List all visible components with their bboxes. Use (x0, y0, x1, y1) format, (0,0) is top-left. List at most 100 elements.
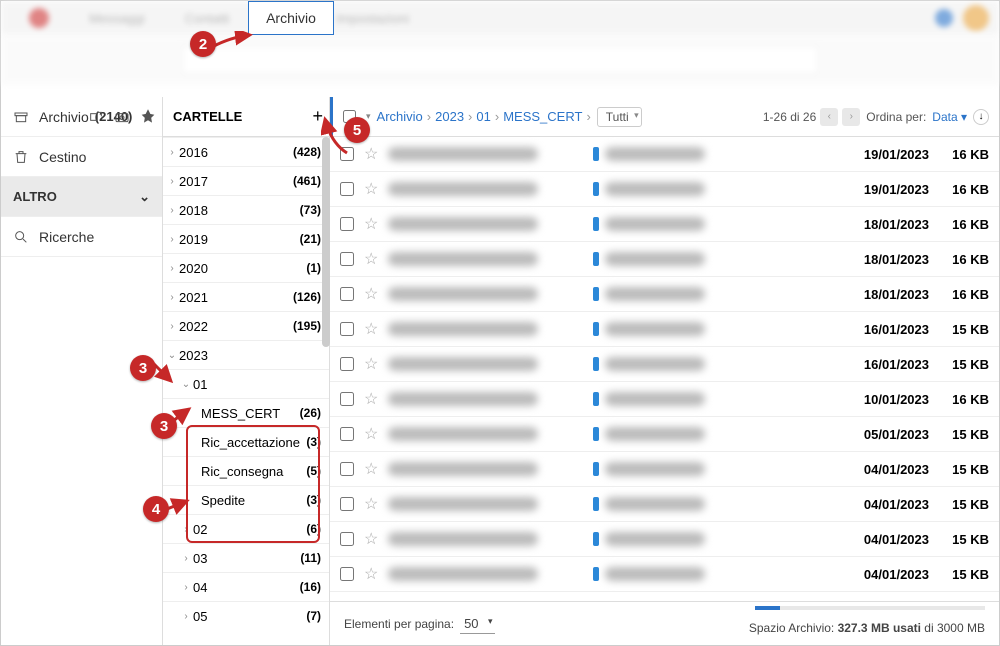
folder-sub[interactable]: MESS_CERT(26) (163, 398, 329, 427)
row-checkbox[interactable] (340, 147, 354, 161)
message-row[interactable]: ☆ 16/01/2023 15 KB (330, 347, 999, 382)
chevron-icon: › (181, 553, 191, 564)
sidebar-other-section[interactable]: ALTRO ⌄ (1, 177, 162, 217)
folder-year[interactable]: ›2021(126) (163, 282, 329, 311)
row-checkbox[interactable] (340, 217, 354, 231)
message-row[interactable]: ☆ 18/01/2023 16 KB (330, 207, 999, 242)
star-icon[interactable]: ☆ (364, 144, 378, 164)
breadcrumb-item[interactable]: 2023 (435, 109, 464, 124)
message-size: 16 KB (939, 392, 989, 407)
message-size: 16 KB (939, 217, 989, 232)
folder-sub[interactable]: Spedite(3) (163, 485, 329, 514)
compose-icon[interactable] (88, 109, 104, 125)
row-checkbox[interactable] (340, 427, 354, 441)
message-date: 16/01/2023 (829, 357, 929, 372)
folder-sub[interactable]: Ric_consegna(5) (163, 456, 329, 485)
star-icon[interactable]: ☆ (364, 564, 378, 584)
folder-year[interactable]: ›2020(1) (163, 253, 329, 282)
folder-month[interactable]: ›05(7) (163, 601, 329, 630)
add-folder-icon[interactable]: + (312, 106, 323, 127)
sidebar-search[interactable]: Ricerche (1, 217, 162, 257)
message-row[interactable]: ☆ 04/01/2023 15 KB (330, 557, 999, 592)
row-checkbox[interactable] (340, 182, 354, 196)
scrollbar[interactable] (322, 137, 330, 347)
pin-icon[interactable] (140, 109, 156, 125)
row-checkbox[interactable] (340, 252, 354, 266)
message-row[interactable]: ☆ 16/01/2023 15 KB (330, 312, 999, 347)
row-checkbox[interactable] (340, 462, 354, 476)
folder-month[interactable]: ›03(11) (163, 543, 329, 572)
tab-archivio[interactable]: Archivio (248, 1, 334, 35)
storage-text: Spazio Archivio: 327.3 MB usati di 3000 … (749, 621, 985, 635)
message-toolbar: ▾ Archivio›2023›01›MESS_CERT› Tutti 1-26… (330, 97, 999, 137)
trash-icon (13, 149, 29, 165)
message-row[interactable]: ☆ 04/01/2023 15 KB (330, 487, 999, 522)
folder-sub[interactable]: Ric_accettazione(3) (163, 427, 329, 456)
message-row[interactable]: ☆ 19/01/2023 16 KB (330, 172, 999, 207)
star-icon[interactable]: ☆ (364, 389, 378, 409)
per-page-select[interactable]: 50 (460, 614, 494, 634)
folder-year[interactable]: ›2022(195) (163, 311, 329, 340)
callout-4: 4 (143, 496, 169, 522)
breadcrumb-item[interactable]: Archivio (377, 109, 423, 124)
star-icon[interactable]: ☆ (364, 249, 378, 269)
filter-dropdown[interactable]: Tutti (597, 107, 642, 127)
message-row[interactable]: ☆ 18/01/2023 16 KB (330, 242, 999, 277)
message-row[interactable]: ☆ 18/01/2023 16 KB (330, 277, 999, 312)
camera-icon[interactable] (114, 109, 130, 125)
message-row[interactable]: ☆ 05/01/2023 15 KB (330, 417, 999, 452)
star-icon[interactable]: ☆ (364, 179, 378, 199)
status-dot (593, 427, 599, 441)
subject-blurred (605, 462, 705, 476)
star-icon[interactable]: ☆ (364, 284, 378, 304)
message-row[interactable]: ☆ 04/01/2023 15 KB (330, 452, 999, 487)
chevron-icon: ⌄ (167, 350, 177, 361)
subject-blurred (605, 252, 705, 266)
status-dot (593, 287, 599, 301)
row-checkbox[interactable] (340, 567, 354, 581)
message-row[interactable]: ☆ 10/01/2023 16 KB (330, 382, 999, 417)
star-icon[interactable]: ☆ (364, 529, 378, 549)
status-dot (593, 567, 599, 581)
folder-year[interactable]: ›2019(21) (163, 224, 329, 253)
pager-prev[interactable]: ‹ (820, 108, 838, 126)
star-icon[interactable]: ☆ (364, 459, 378, 479)
sort-dropdown[interactable]: Data ▾ (932, 110, 967, 124)
message-date: 04/01/2023 (829, 497, 929, 512)
subject-blurred (605, 497, 705, 511)
breadcrumb-item[interactable]: MESS_CERT (503, 109, 582, 124)
row-checkbox[interactable] (340, 357, 354, 371)
folder-year[interactable]: ›2017(461) (163, 166, 329, 195)
message-size: 15 KB (939, 462, 989, 477)
row-checkbox[interactable] (340, 322, 354, 336)
folder-month[interactable]: ›02(6) (163, 514, 329, 543)
status-dot (593, 462, 599, 476)
sort-direction[interactable]: ↓ (973, 109, 989, 125)
row-checkbox[interactable] (340, 497, 354, 511)
star-icon[interactable]: ☆ (364, 214, 378, 234)
folder-year[interactable]: ›2018(73) (163, 195, 329, 224)
folder-year[interactable]: ›2016(428) (163, 137, 329, 166)
row-checkbox[interactable] (340, 392, 354, 406)
folder-list: ›2016(428)›2017(461)›2018(73)›2019(21)›2… (163, 137, 329, 645)
star-icon[interactable]: ☆ (364, 494, 378, 514)
row-checkbox[interactable] (340, 287, 354, 301)
sender-blurred (388, 532, 538, 546)
row-checkbox[interactable] (340, 532, 354, 546)
message-row[interactable]: ☆ 19/01/2023 16 KB (330, 137, 999, 172)
message-row[interactable]: ☆ 04/01/2023 15 KB (330, 522, 999, 557)
star-icon[interactable]: ☆ (364, 354, 378, 374)
chevron-icon: › (167, 176, 177, 187)
star-icon[interactable]: ☆ (364, 424, 378, 444)
sender-blurred (388, 427, 538, 441)
star-icon[interactable]: ☆ (364, 319, 378, 339)
sidebar-archive[interactable]: Archivio (2140) (1, 97, 162, 137)
sidebar-trash[interactable]: Cestino (1, 137, 162, 177)
pager-next[interactable]: › (842, 108, 860, 126)
folder-month[interactable]: ›04(16) (163, 572, 329, 601)
storage-bar (755, 606, 985, 610)
sender-blurred (388, 217, 538, 231)
folder-month[interactable]: ⌄01 (163, 369, 329, 398)
folder-year[interactable]: ⌄2023 (163, 340, 329, 369)
breadcrumb-item[interactable]: 01 (476, 109, 490, 124)
